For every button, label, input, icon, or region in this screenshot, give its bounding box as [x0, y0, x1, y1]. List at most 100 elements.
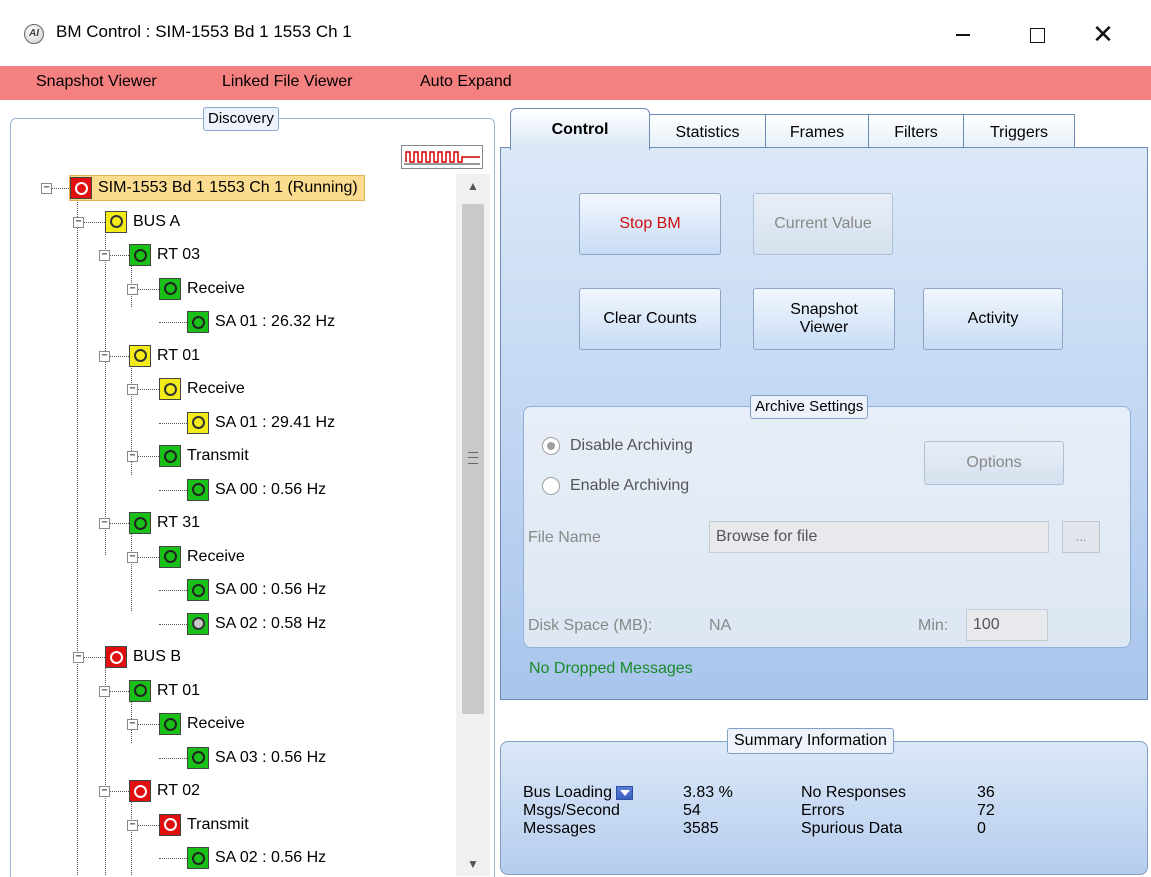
tab-control[interactable]: Control — [510, 108, 650, 150]
tree-node-label: Receive — [187, 380, 245, 397]
tree-connector-line — [110, 255, 129, 256]
collapse-toggle-icon[interactable]: − — [73, 652, 84, 663]
tree-connector-line — [159, 590, 187, 591]
activity-button[interactable]: Activity — [923, 288, 1063, 350]
min-label: Min: — [918, 617, 949, 634]
signal-waveform-icon[interactable] — [401, 145, 483, 169]
tree-node[interactable]: SA 02 : 0.56 Hz — [187, 845, 326, 871]
file-name-field[interactable]: Browse for file — [709, 521, 1049, 553]
disable-archiving-radio[interactable]: Disable Archiving — [542, 437, 693, 455]
bus-loading-dropdown-icon[interactable] — [615, 785, 633, 800]
tree-node-root[interactable]: SIM-1553 Bd 1 1553 Ch 1 (Running) — [69, 175, 365, 201]
clear-counts-button[interactable]: Clear Counts — [579, 288, 721, 350]
status-indicator-icon — [159, 813, 181, 836]
tree-node[interactable]: SA 00 : 0.56 Hz — [187, 477, 326, 503]
browse-button[interactable]: ... — [1062, 521, 1100, 553]
close-button[interactable]: ✕ — [1080, 14, 1126, 54]
disk-space-label: Disk Space (MB): — [528, 617, 653, 634]
tree-node[interactable]: RT 03 — [129, 242, 200, 268]
tree-node-label: SA 00 : 0.56 Hz — [215, 581, 327, 598]
collapse-toggle-icon[interactable]: − — [127, 819, 138, 831]
collapse-toggle-icon[interactable]: − — [127, 451, 138, 462]
collapse-toggle-icon[interactable]: − — [41, 183, 52, 194]
minimize-button[interactable] — [940, 14, 986, 54]
enable-archiving-radio[interactable]: Enable Archiving — [542, 477, 689, 495]
collapse-toggle-icon[interactable]: − — [99, 685, 110, 697]
collapse-toggle-icon[interactable]: − — [127, 384, 138, 395]
tab-filters[interactable]: Filters — [868, 114, 964, 150]
tree-node[interactable]: RT 01 — [129, 343, 200, 369]
min-field[interactable]: 100 — [966, 609, 1048, 641]
status-indicator-icon — [129, 344, 151, 367]
tree-connector-line — [159, 623, 187, 625]
collapse-toggle-icon[interactable]: − — [99, 350, 110, 362]
scroll-thumb[interactable] — [462, 204, 484, 714]
tree-node-label: Receive — [187, 547, 245, 565]
close-icon: ✕ — [1092, 19, 1114, 49]
collapse-toggle-icon[interactable]: − — [127, 551, 138, 563]
scroll-down-arrow-icon[interactable]: ▼ — [456, 852, 490, 876]
tree-connector-line — [131, 527, 132, 611]
tree-node[interactable]: Receive — [159, 276, 245, 302]
menu-auto-expand[interactable]: Auto Expand — [420, 73, 512, 91]
status-indicator-icon — [159, 713, 181, 735]
tree-node[interactable]: BUS B — [105, 644, 181, 670]
file-name-label: File Name — [528, 529, 601, 546]
messages-value: 3585 — [683, 820, 719, 837]
tree-node-label: SA 03 : 0.56 Hz — [215, 748, 327, 766]
tree-node[interactable]: SA 00 : 0.56 Hz — [187, 577, 326, 603]
collapse-toggle-icon[interactable]: − — [99, 250, 110, 261]
tree-connector-line — [110, 355, 129, 357]
stop-bm-button[interactable]: Stop BM — [579, 193, 721, 255]
tree-node[interactable]: Transmit — [159, 812, 249, 838]
msgs-per-second-value: 54 — [683, 802, 701, 819]
tree-node[interactable]: RT 31 — [129, 510, 200, 536]
bus-loading-value: 3.83 % — [683, 784, 733, 801]
tree-connector-line — [110, 791, 129, 792]
discovery-tree[interactable]: − SIM-1553 Bd 1 1553 Ch 1 (Running) − BUS A… — [19, 175, 461, 875]
snapshot-viewer-button[interactable]: Snapshot Viewer — [753, 288, 895, 350]
menu-snapshot-viewer[interactable]: Snapshot Viewer — [36, 73, 157, 91]
tree-node[interactable]: RT 01 — [129, 678, 200, 704]
tree-node[interactable]: BUS A — [105, 209, 180, 235]
options-button[interactable]: Options — [924, 441, 1064, 485]
tree-connector-line — [84, 221, 105, 223]
maximize-button[interactable] — [1014, 14, 1060, 54]
status-indicator-icon — [159, 378, 181, 400]
tree-connector-line — [138, 556, 159, 558]
scroll-up-arrow-icon[interactable]: ▲ — [456, 174, 490, 198]
tree-node[interactable]: Receive — [159, 544, 245, 570]
maximize-icon — [1029, 27, 1045, 43]
tree-node[interactable]: Receive — [159, 711, 245, 737]
spurious-data-label: Spurious Data — [801, 820, 903, 837]
tree-node[interactable]: SA 01 : 29.41 Hz — [187, 410, 335, 436]
tree-connector-line — [110, 690, 129, 692]
status-indicator-icon — [70, 177, 92, 199]
collapse-toggle-icon[interactable]: − — [127, 283, 138, 295]
tree-node[interactable]: SA 03 : 0.56 Hz — [187, 745, 326, 771]
tree-node-label: BUS A — [133, 212, 181, 230]
collapse-toggle-icon[interactable]: − — [127, 719, 138, 730]
tree-node[interactable]: Transmit — [159, 443, 249, 469]
tree-scrollbar[interactable]: ▲ ▼ — [456, 174, 490, 876]
tree-node-label: BUS B — [133, 648, 182, 665]
tree-node-label: Receive — [187, 715, 245, 732]
tab-frames[interactable]: Frames — [765, 114, 869, 150]
current-value-button[interactable]: Current Value — [753, 193, 893, 255]
tab-statistics[interactable]: Statistics — [649, 114, 766, 150]
status-indicator-icon — [105, 646, 127, 668]
disable-archiving-label: Disable Archiving — [570, 437, 693, 454]
menu-linked-file-viewer[interactable]: Linked File Viewer — [222, 73, 352, 91]
tree-node[interactable]: RT 02 — [129, 778, 200, 804]
tree-connector-line — [138, 824, 159, 826]
tree-node[interactable]: SA 02 : 0.58 Hz — [187, 611, 326, 637]
tree-node[interactable]: SA 01 : 26.32 Hz — [187, 309, 335, 335]
status-indicator-icon — [187, 478, 209, 501]
summary-caption: Summary Information — [727, 728, 894, 754]
collapse-toggle-icon[interactable]: − — [73, 216, 84, 228]
tree-connector-line — [138, 389, 159, 390]
tab-triggers[interactable]: Triggers — [963, 114, 1075, 150]
collapse-toggle-icon[interactable]: − — [99, 786, 110, 797]
tree-node[interactable]: Receive — [159, 376, 245, 402]
collapse-toggle-icon[interactable]: − — [99, 518, 110, 529]
